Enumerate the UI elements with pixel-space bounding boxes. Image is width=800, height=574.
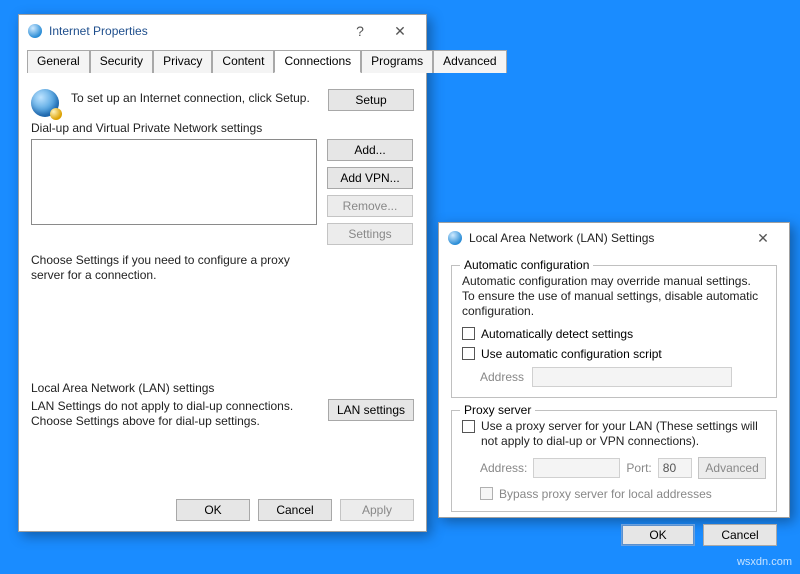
watermark: wsxdn.com	[737, 556, 792, 568]
tab-programs[interactable]: Programs	[361, 50, 433, 73]
use-script-checkbox[interactable]	[462, 347, 475, 360]
proxy-address-input[interactable]	[533, 458, 620, 478]
dialog-body: Automatic configuration Automatic config…	[439, 253, 789, 516]
use-script-label: Use automatic configuration script	[481, 347, 662, 361]
internet-properties-dialog: Internet Properties ? ✕ General Security…	[18, 14, 427, 532]
lan-group: Local Area Network (LAN) settings LAN Se…	[31, 389, 414, 435]
auto-config-help: Automatic configuration may override man…	[462, 274, 766, 319]
dialog-actions: OK Cancel	[439, 516, 789, 556]
lan-legend: Local Area Network (LAN) settings	[31, 381, 218, 395]
add-button[interactable]: Add...	[327, 139, 413, 161]
titlebar: Local Area Network (LAN) Settings ✕	[439, 223, 789, 253]
tab-security[interactable]: Security	[90, 50, 153, 73]
dialog-icon	[27, 23, 43, 39]
tab-content[interactable]: Content	[212, 50, 274, 73]
proxy-port-label: Port:	[626, 461, 651, 475]
advanced-button[interactable]: Advanced	[698, 457, 766, 479]
dialup-group: Dial-up and Virtual Private Network sett…	[31, 129, 414, 289]
close-button[interactable]: ✕	[743, 224, 783, 252]
ok-button[interactable]: OK	[176, 499, 250, 521]
dialog-actions: OK Cancel Apply	[19, 491, 426, 531]
cancel-button[interactable]: Cancel	[703, 524, 777, 546]
use-proxy-checkbox[interactable]	[462, 420, 475, 433]
dialup-legend: Dial-up and Virtual Private Network sett…	[31, 121, 266, 135]
apply-button[interactable]: Apply	[340, 499, 414, 521]
globe-icon	[31, 89, 61, 119]
tab-advanced[interactable]: Advanced	[433, 50, 506, 73]
window-title: Internet Properties	[49, 24, 340, 38]
settings-button[interactable]: Settings	[327, 223, 413, 245]
lan-settings-button[interactable]: LAN settings	[328, 399, 414, 421]
setup-button[interactable]: Setup	[328, 89, 414, 111]
auto-config-legend: Automatic configuration	[460, 258, 593, 272]
bypass-checkbox[interactable]	[480, 487, 493, 500]
add-vpn-button[interactable]: Add VPN...	[327, 167, 413, 189]
help-button[interactable]: ?	[340, 17, 380, 45]
auto-config-group: Automatic configuration Automatic config…	[451, 265, 777, 398]
dialog-icon	[447, 230, 463, 246]
tab-connections[interactable]: Connections	[274, 50, 361, 73]
cancel-button[interactable]: Cancel	[258, 499, 332, 521]
auto-detect-checkbox[interactable]	[462, 327, 475, 340]
bypass-label: Bypass proxy server for local addresses	[499, 487, 712, 501]
proxy-legend: Proxy server	[460, 403, 535, 417]
lan-settings-dialog: Local Area Network (LAN) Settings ✕ Auto…	[438, 222, 790, 518]
auto-detect-label: Automatically detect settings	[481, 327, 633, 341]
window-title: Local Area Network (LAN) Settings	[469, 231, 743, 245]
tab-general[interactable]: General	[27, 50, 90, 73]
tab-privacy[interactable]: Privacy	[153, 50, 212, 73]
lan-text: LAN Settings do not apply to dial-up con…	[31, 399, 318, 429]
connections-listbox[interactable]	[31, 139, 317, 225]
proxy-group: Proxy server Use a proxy server for your…	[451, 410, 777, 512]
proxy-port-input[interactable]: 80	[658, 458, 692, 478]
ok-button[interactable]: OK	[621, 524, 695, 546]
proxy-address-label: Address:	[480, 461, 527, 475]
titlebar: Internet Properties ? ✕	[19, 15, 426, 47]
script-address-input[interactable]	[532, 367, 732, 387]
close-button[interactable]: ✕	[380, 17, 420, 45]
setup-text: To set up an Internet connection, click …	[71, 89, 318, 106]
remove-button[interactable]: Remove...	[327, 195, 413, 217]
choose-text: Choose Settings if you need to configure…	[31, 253, 317, 283]
tab-strip: General Security Privacy Content Connect…	[27, 49, 418, 73]
proxy-help: Use a proxy server for your LAN (These s…	[481, 419, 766, 449]
address-label: Address	[480, 370, 524, 384]
dialog-body: To set up an Internet connection, click …	[19, 73, 426, 443]
